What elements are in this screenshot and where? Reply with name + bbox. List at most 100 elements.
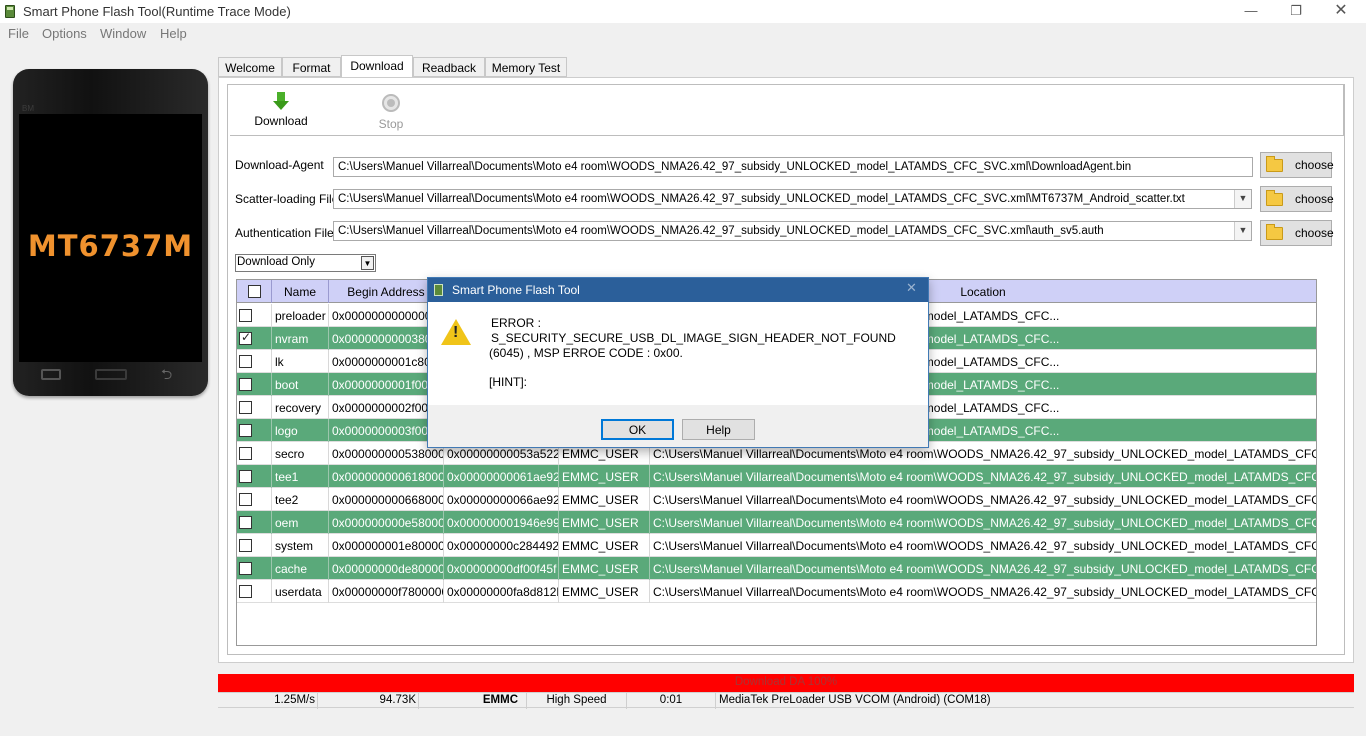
dialog-close-button[interactable]: ✕ — [906, 280, 917, 296]
row-checkbox[interactable] — [239, 309, 252, 322]
cell-location: C:\Users\Manuel Villarreal\Documents\Mot… — [653, 562, 1316, 576]
cell-region: EMMC_USER — [559, 557, 650, 580]
tab-download[interactable]: Download — [341, 55, 413, 78]
row-checkbox-cell — [237, 557, 272, 580]
row-checkbox[interactable] — [239, 447, 252, 460]
warning-mark: ! — [453, 324, 459, 341]
cell-begin: 0x0000000006680000 — [329, 488, 444, 511]
folder-icon — [1266, 156, 1283, 172]
download-agent-label: Download-Agent — [235, 158, 324, 172]
cell-end: 0x00000000061ae92b — [444, 465, 559, 488]
download-agent-field[interactable]: C:\Users\Manuel Villarreal\Documents\Mot… — [333, 157, 1253, 177]
select-all-header — [237, 280, 272, 303]
auth-file-label: Authentication File — [235, 226, 334, 240]
cell-name: tee2 — [272, 488, 329, 511]
error-dialog: Smart Phone Flash Tool ✕ ! ERROR : S_SEC… — [427, 277, 929, 448]
table-row[interactable]: tee2 0x0000000006680000 0x00000000066ae92b… — [237, 488, 1316, 511]
row-checkbox-cell — [237, 534, 272, 557]
progress-bar: Download DA 100% — [218, 674, 1354, 692]
row-checkbox-cell — [237, 327, 272, 350]
phone-model-label: MT6737M — [27, 229, 194, 263]
menu-options[interactable]: Options — [42, 26, 87, 41]
row-checkbox-cell — [237, 304, 272, 327]
row-checkbox[interactable] — [239, 330, 252, 345]
cell-name: preloader — [272, 304, 329, 327]
cell-region: EMMC_USER — [559, 465, 650, 488]
cell-location: C:\Users\Manuel Villarreal\Documents\Mot… — [653, 516, 1316, 530]
tab-format[interactable]: Format — [282, 57, 341, 77]
cell-begin: 0x00000000de800000 — [329, 557, 444, 580]
menu-bar: File Options Window Help — [0, 23, 1366, 44]
download-mode-select[interactable]: Download Only ▼ — [235, 254, 376, 272]
choose-auth-button[interactable]: choose — [1260, 220, 1334, 246]
row-checkbox[interactable] — [239, 401, 252, 414]
scatter-file-select[interactable]: C:\Users\Manuel Villarreal\Documents\Mot… — [333, 189, 1252, 209]
cell-name: lk — [272, 350, 329, 373]
hint-text: [HINT]: — [489, 375, 527, 389]
download-button[interactable]: Download — [246, 92, 316, 128]
error-message: ERROR : S_SECURITY_SECURE_USB_DL_IMAGE_S… — [489, 316, 919, 361]
choose-label: choose — [1295, 158, 1334, 172]
dialog-button-area: OK Help — [428, 405, 928, 447]
row-checkbox[interactable] — [239, 516, 252, 529]
choose-download-agent-button[interactable]: choose — [1260, 152, 1334, 178]
cell-location: C:\Users\Manuel Villarreal\Documents\Mot… — [653, 493, 1316, 507]
chevron-down-icon[interactable]: ▼ — [1234, 222, 1251, 240]
phone-brand: BM — [22, 104, 34, 113]
row-checkbox-cell — [237, 488, 272, 511]
row-checkbox[interactable] — [239, 585, 252, 598]
table-row[interactable]: tee1 0x0000000006180000 0x00000000061ae92b… — [237, 465, 1316, 488]
minimize-button[interactable]: — — [1228, 0, 1274, 23]
back-key-icon: ⮌ — [161, 366, 173, 382]
row-checkbox[interactable] — [239, 424, 252, 437]
column-name[interactable]: Name — [272, 280, 329, 303]
row-checkbox[interactable] — [239, 470, 252, 483]
cell-end: 0x000000001946e99f — [444, 511, 559, 534]
dialog-title-bar: Smart Phone Flash Tool ✕ — [428, 278, 928, 302]
ok-button[interactable]: OK — [601, 419, 674, 440]
cell-begin: 0x00000000f7800000 — [329, 580, 444, 603]
row-checkbox[interactable] — [239, 378, 252, 391]
status-speed: 1.25M/s — [218, 693, 318, 709]
menu-key-icon — [41, 369, 61, 380]
cell-name: recovery — [272, 396, 329, 419]
cell-region: EMMC_USER — [559, 580, 650, 603]
row-checkbox[interactable] — [239, 493, 252, 506]
chevron-down-icon[interactable]: ▼ — [361, 256, 374, 270]
row-checkbox[interactable] — [239, 355, 252, 368]
cell-region: EMMC_USER — [559, 511, 650, 534]
auth-file-select[interactable]: C:\Users\Manuel Villarreal\Documents\Mot… — [333, 221, 1252, 241]
menu-help[interactable]: Help — [160, 26, 187, 41]
tab-readback[interactable]: Readback — [413, 57, 485, 77]
title-bar: Smart Phone Flash Tool(Runtime Trace Mod… — [0, 0, 1366, 23]
cell-end: 0x00000000c2844923 — [444, 534, 559, 557]
select-all-checkbox[interactable] — [248, 285, 261, 298]
stop-icon — [382, 94, 400, 112]
table-row[interactable]: oem 0x000000000e580000 0x000000001946e99f E… — [237, 511, 1316, 534]
menu-window[interactable]: Window — [100, 26, 146, 41]
table-row[interactable]: userdata 0x00000000f7800000 0x00000000fa8d… — [237, 580, 1316, 603]
status-port: MediaTek PreLoader USB VCOM (Android) (C… — [719, 694, 991, 706]
menu-file[interactable]: File — [8, 26, 29, 41]
maximize-button[interactable]: ❐ — [1273, 0, 1319, 23]
row-checkbox[interactable] — [239, 539, 252, 552]
table-row[interactable]: cache 0x00000000de800000 0x00000000df00f45… — [237, 557, 1316, 580]
row-checkbox[interactable] — [239, 562, 252, 575]
help-button[interactable]: Help — [682, 419, 755, 440]
stop-button[interactable]: Stop — [356, 92, 426, 131]
app-icon — [434, 284, 443, 296]
cell-region: EMMC_USER — [559, 488, 650, 511]
tab-welcome[interactable]: Welcome — [218, 57, 282, 77]
chevron-down-icon[interactable]: ▼ — [1234, 190, 1251, 208]
download-button-label: Download — [254, 114, 308, 128]
tab-memory-test[interactable]: Memory Test — [485, 57, 567, 77]
auth-file-value: C:\Users\Manuel Villarreal\Documents\Mot… — [338, 225, 1104, 237]
table-row[interactable]: system 0x000000001e800000 0x00000000c28449… — [237, 534, 1316, 557]
cell-name: boot — [272, 373, 329, 396]
cell-name: tee1 — [272, 465, 329, 488]
cell-name: nvram — [272, 327, 329, 350]
cell-begin: 0x000000000e580000 — [329, 511, 444, 534]
close-button[interactable]: ✕ — [1318, 0, 1364, 23]
error-message-line1: ERROR : S_SECURITY_SECURE_USB_DL_IMAGE_S… — [491, 316, 896, 345]
choose-scatter-button[interactable]: choose — [1260, 186, 1334, 212]
